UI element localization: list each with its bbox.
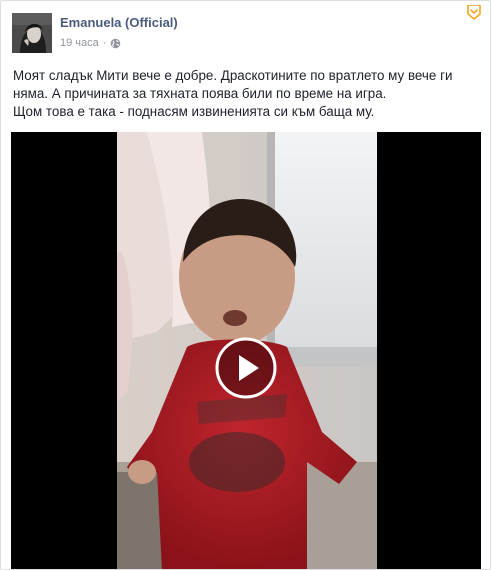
author-name[interactable]: Emanuela (Official) xyxy=(60,15,178,30)
post-timestamp[interactable]: 19 часа xyxy=(60,37,99,49)
post-options-chevron-down-icon[interactable] xyxy=(467,4,481,21)
author-avatar[interactable] xyxy=(12,13,52,53)
video-player[interactable] xyxy=(11,132,481,569)
post-text-line: няма. А причината за тяхната поява били … xyxy=(13,86,387,101)
post-text: Моят сладък Мити вече е добре. Драскотин… xyxy=(13,67,483,121)
post-text-line: Моят сладък Мити вече е добре. Драскотин… xyxy=(13,68,453,83)
meta-separator: · xyxy=(102,37,107,49)
post-text-line: Щом това е така - поднасям извиненията с… xyxy=(13,104,375,119)
play-icon[interactable] xyxy=(215,337,277,399)
post-card: Emanuela (Official) 19 часа · Моят сладъ… xyxy=(0,0,491,570)
post-meta: 19 часа · xyxy=(60,37,121,49)
globe-icon xyxy=(110,38,121,49)
